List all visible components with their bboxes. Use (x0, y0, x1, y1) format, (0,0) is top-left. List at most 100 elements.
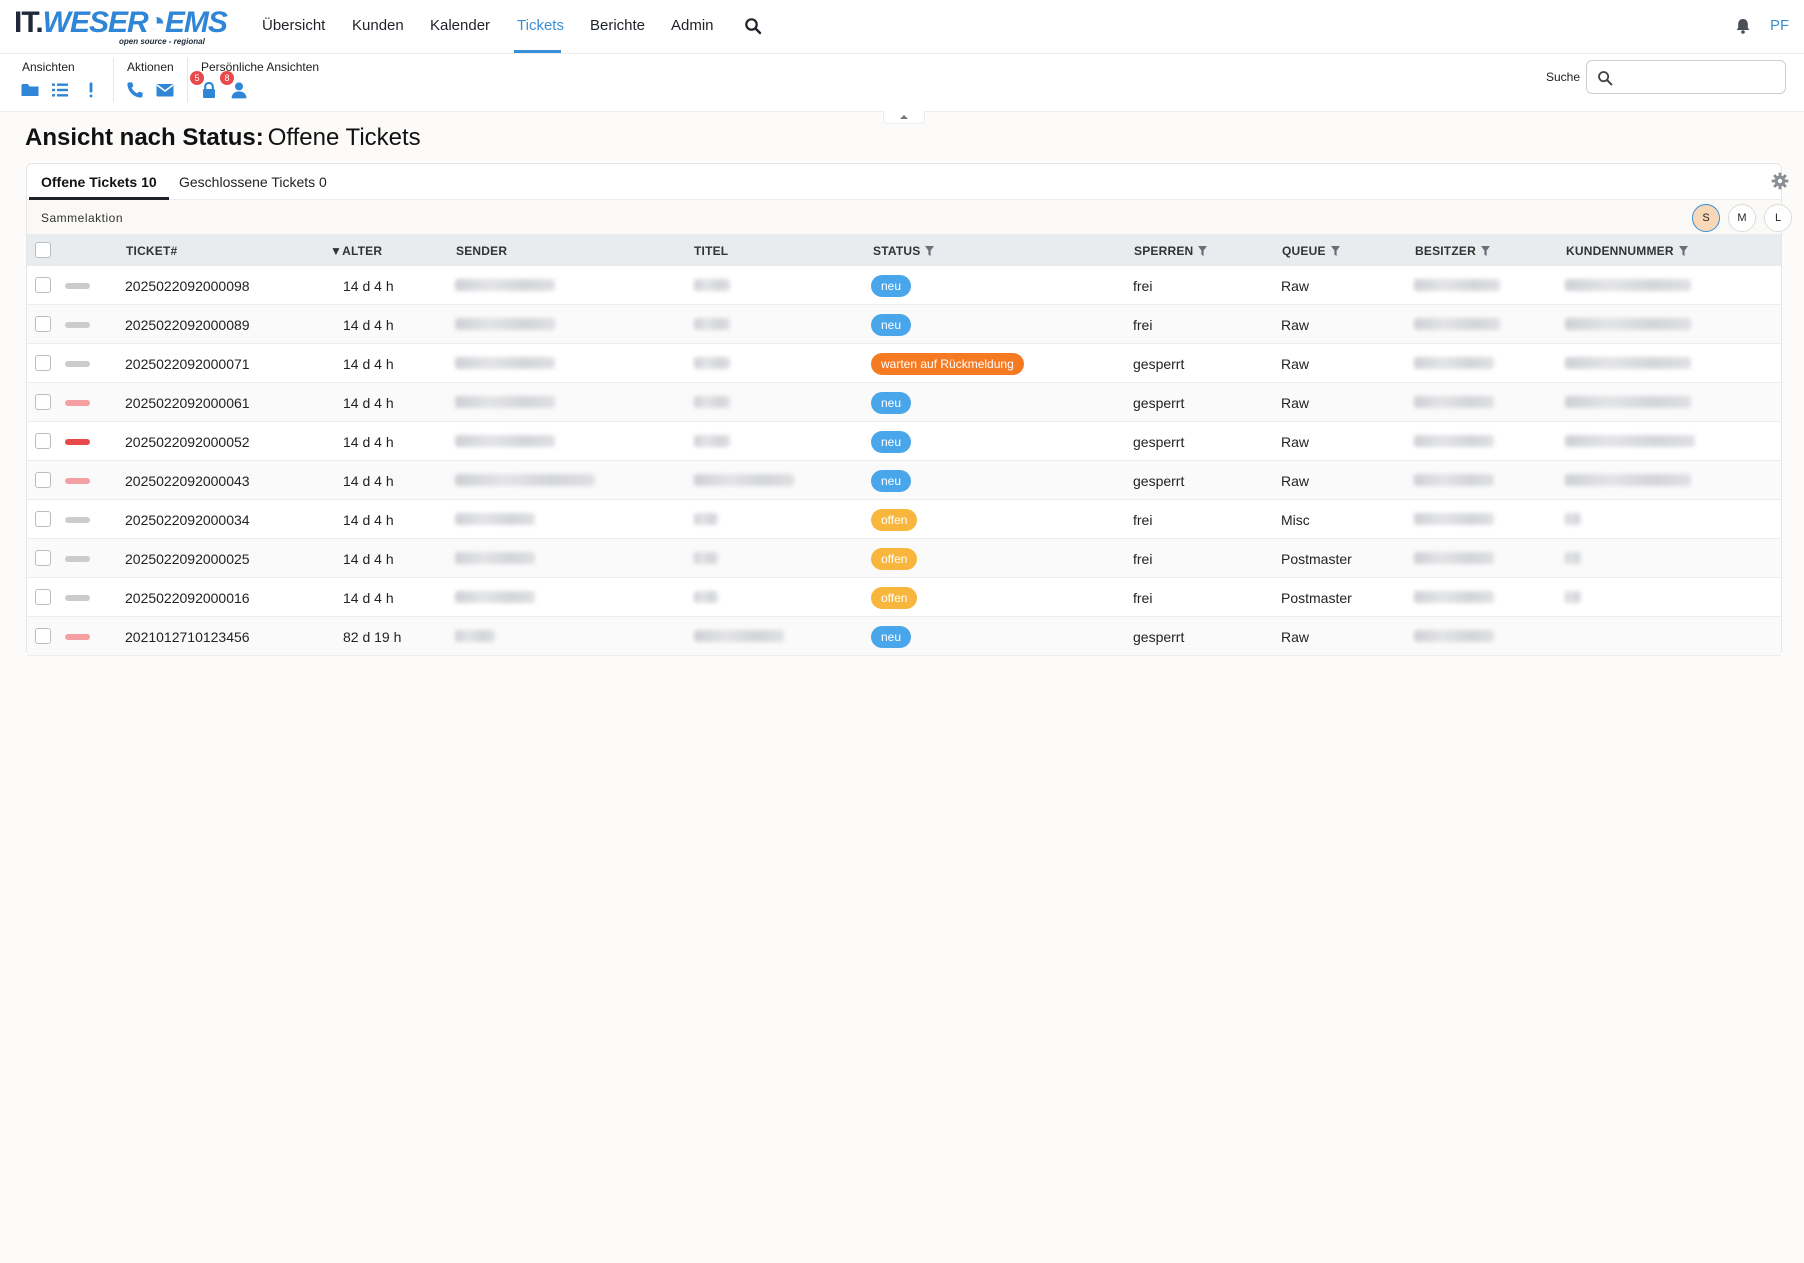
page-title: Ansicht nach Status: Offene Tickets (25, 124, 421, 151)
owner-redacted (1414, 591, 1494, 603)
bulk-action-button[interactable]: Sammelaktion (41, 211, 123, 225)
table-row[interactable]: 2025022092000061 14 d 4 h neu gesperrt Raw (27, 383, 1781, 422)
nav-item-kalender[interactable]: Kalender (430, 17, 490, 34)
search-icon[interactable] (744, 17, 762, 35)
lock-icon[interactable] (199, 80, 219, 100)
priority-indicator (65, 322, 90, 328)
ticket-number-link[interactable]: 2025022092000061 (125, 395, 250, 411)
search-field[interactable] (1586, 60, 1786, 94)
ticket-number-link[interactable]: 2025022092000052 (125, 434, 250, 450)
ticket-number-link[interactable]: 2025022092000016 (125, 590, 250, 606)
row-checkbox[interactable] (35, 511, 51, 527)
filter-icon[interactable] (1198, 246, 1208, 256)
size-small-button[interactable]: S (1692, 204, 1720, 232)
sender-redacted (455, 435, 555, 447)
bell-icon[interactable] (1734, 17, 1752, 35)
nav-item-admin[interactable]: Admin (671, 17, 714, 34)
column-sender[interactable]: SENDER (456, 244, 507, 258)
row-checkbox[interactable] (35, 433, 51, 449)
title-redacted[interactable] (694, 318, 730, 330)
priority-indicator (65, 400, 90, 406)
row-checkbox[interactable] (35, 277, 51, 293)
exclamation-icon[interactable] (81, 80, 101, 100)
priority-indicator (65, 283, 90, 289)
title-redacted[interactable] (694, 630, 784, 642)
size-medium-button[interactable]: M (1728, 204, 1756, 232)
queue-name: Raw (1281, 434, 1310, 450)
size-large-button[interactable]: L (1764, 204, 1792, 232)
top-navigation: IT.WESER◔EMS open source - regional Über… (0, 0, 1804, 54)
row-checkbox[interactable] (35, 472, 51, 488)
row-checkbox[interactable] (35, 550, 51, 566)
row-checkbox[interactable] (35, 316, 51, 332)
folder-icon[interactable] (20, 80, 40, 100)
ticket-number-link[interactable]: 2025022092000098 (125, 278, 250, 294)
tab-closed-tickets[interactable]: Geschlossene Tickets 0 (179, 174, 327, 190)
row-checkbox[interactable] (35, 394, 51, 410)
column-lock[interactable]: SPERREN (1134, 244, 1208, 258)
title-redacted[interactable] (694, 513, 718, 525)
filter-icon[interactable] (1678, 246, 1688, 256)
table-row[interactable]: 2025022092000098 14 d 4 h neu frei Raw (27, 266, 1781, 305)
filter-icon[interactable] (925, 246, 935, 256)
title-redacted[interactable] (694, 435, 730, 447)
user-icon[interactable] (229, 80, 249, 100)
nav-item-berichte[interactable]: Berichte (590, 17, 645, 34)
title-redacted[interactable] (694, 474, 794, 486)
company-logo[interactable]: IT.WESER◔EMS open source - regional (14, 6, 244, 48)
title-redacted[interactable] (694, 591, 718, 603)
list-icon[interactable] (50, 80, 70, 100)
column-queue[interactable]: QUEUE (1282, 244, 1340, 258)
row-checkbox[interactable] (35, 628, 51, 644)
title-redacted[interactable] (694, 357, 730, 369)
column-age[interactable]: ▼ALTER (330, 244, 382, 258)
column-customer-id[interactable]: KUNDENNUMMER (1566, 244, 1688, 258)
ticket-number-link[interactable]: 2025022092000034 (125, 512, 250, 528)
toolbar-collapse-toggle[interactable] (883, 110, 925, 124)
search-input[interactable] (1619, 67, 1779, 87)
ticket-number-link[interactable]: 2025022092000043 (125, 473, 250, 489)
ticket-age: 14 d 4 h (343, 512, 394, 528)
column-status[interactable]: STATUS (873, 244, 935, 258)
ticket-number-link[interactable]: 2025022092000025 (125, 551, 250, 567)
table-row[interactable]: 2021012710123456 82 d 19 h neu gesperrt Raw (27, 617, 1781, 656)
envelope-icon[interactable] (155, 80, 175, 100)
table-row[interactable]: 2025022092000089 14 d 4 h neu frei Raw (27, 305, 1781, 344)
queue-name: Postmaster (1281, 590, 1352, 606)
title-redacted[interactable] (694, 396, 730, 408)
row-checkbox[interactable] (35, 589, 51, 605)
priority-indicator (65, 595, 90, 601)
table-row[interactable]: 2025022092000025 14 d 4 h offen frei Postmas… (27, 539, 1781, 578)
lock-state: frei (1133, 551, 1153, 567)
nav-item-kunden[interactable]: Kunden (352, 17, 404, 34)
user-avatar[interactable]: PF (1770, 17, 1789, 34)
column-ticket-number[interactable]: TICKET# (126, 244, 177, 258)
select-all-checkbox[interactable] (35, 242, 51, 258)
filter-icon[interactable] (1480, 246, 1490, 256)
phone-icon[interactable] (125, 80, 145, 100)
ticket-number-link[interactable]: 2021012710123456 (125, 629, 250, 645)
gear-icon[interactable] (1771, 172, 1789, 190)
table-row[interactable]: 2025022092000016 14 d 4 h offen frei Postmas… (27, 578, 1781, 617)
lock-state: gesperrt (1133, 629, 1185, 645)
sender-redacted (455, 357, 555, 369)
filter-icon[interactable] (1330, 246, 1340, 256)
title-redacted[interactable] (694, 552, 718, 564)
table-row[interactable]: 2025022092000034 14 d 4 h offen frei Misc (27, 500, 1781, 539)
column-title[interactable]: TITEL (694, 244, 728, 258)
logo-tagline: open source - regional (119, 37, 205, 46)
nav-item-tickets[interactable]: Tickets (517, 17, 564, 34)
actions-label: Aktionen (127, 60, 174, 74)
column-owner[interactable]: BESITZER (1415, 244, 1490, 258)
nav-item-uebersicht[interactable]: Übersicht (262, 17, 325, 34)
ticket-tabs: Offene Tickets 10 Geschlossene Tickets 0 (27, 164, 1789, 200)
tab-open-tickets[interactable]: Offene Tickets 10 (41, 174, 157, 190)
table-row[interactable]: 2025022092000043 14 d 4 h neu gesperrt Raw (27, 461, 1781, 500)
title-redacted[interactable] (694, 279, 730, 291)
table-row[interactable]: 2025022092000071 14 d 4 h warten auf Rückm… (27, 344, 1781, 383)
status-badge: offen (871, 509, 918, 531)
ticket-number-link[interactable]: 2025022092000089 (125, 317, 250, 333)
ticket-number-link[interactable]: 2025022092000071 (125, 356, 250, 372)
table-row[interactable]: 2025022092000052 14 d 4 h neu gesperrt Raw (27, 422, 1781, 461)
row-checkbox[interactable] (35, 355, 51, 371)
